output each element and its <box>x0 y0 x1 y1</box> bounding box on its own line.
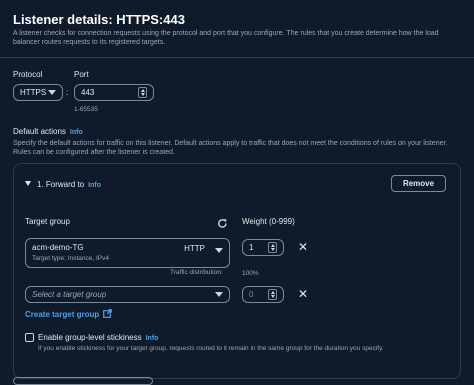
target-group-name: acm-demo-TG <box>32 243 84 252</box>
traffic-distribution-value: 100% <box>242 270 259 277</box>
target-group-select-1-text: acm-demo-TG Target type: Instance, IPv4 <box>32 243 109 262</box>
remove-button[interactable]: Remove <box>391 175 446 192</box>
target-group-placeholder: Select a target group <box>32 290 107 299</box>
forward-to-info-link[interactable]: Info <box>88 182 101 189</box>
collapse-caret-icon[interactable] <box>25 181 31 186</box>
create-target-group-label: Create target group <box>25 310 100 319</box>
refresh-icon[interactable] <box>217 218 228 229</box>
target-group-subtitle: Target type: Instance, IPv4 <box>32 255 109 262</box>
page-title: Listener details: HTTPS:443 <box>13 12 185 27</box>
port-input[interactable]: 443 <box>74 84 154 101</box>
weight-stepper-icon[interactable] <box>268 289 277 300</box>
target-group-label: Target group <box>25 217 70 226</box>
traffic-distribution-label: Traffic distribution: <box>170 269 223 276</box>
divider <box>0 57 474 58</box>
port-label: Port <box>74 70 89 79</box>
next-field-partial[interactable] <box>13 377 153 385</box>
protocol-port-separator: : <box>66 88 69 97</box>
caret-down-icon <box>48 90 56 95</box>
stickiness-hint: If you enable stickiness for your target… <box>38 345 384 352</box>
weight-value-2: 0 <box>249 290 254 299</box>
port-stepper-icon[interactable] <box>138 87 147 98</box>
caret-down-icon <box>215 248 223 253</box>
create-target-group-link[interactable]: Create target group <box>25 309 113 319</box>
protocol-value: HTTPS <box>20 88 47 97</box>
port-hint: 1-65535 <box>74 106 98 113</box>
weight-stepper-icon[interactable] <box>268 242 277 253</box>
target-group-select-2[interactable]: Select a target group <box>25 286 230 303</box>
target-group-meta: HTTP <box>184 244 223 253</box>
listener-details-panel: Listener details: HTTPS:443 A listener c… <box>0 0 474 385</box>
page-description: A listener checks for connection request… <box>13 30 439 46</box>
external-link-icon <box>103 309 113 318</box>
close-icon[interactable]: ✕ <box>298 287 308 301</box>
stickiness-checkbox[interactable] <box>25 333 34 342</box>
stickiness-heading: Enable group-level stickiness Info <box>38 333 158 342</box>
default-actions-label: Default actions <box>13 127 66 136</box>
target-group-select-1[interactable]: acm-demo-TG Target type: Instance, IPv4 … <box>25 238 230 268</box>
protocol-select[interactable]: HTTPS <box>13 84 63 101</box>
close-icon[interactable]: ✕ <box>298 240 308 254</box>
default-actions-heading: Default actions Info <box>13 127 83 136</box>
weight-input-1[interactable]: 1 <box>242 239 284 256</box>
default-actions-description: Specify the default actions for traffic … <box>13 140 448 156</box>
weight-label: Weight (0-999) <box>242 217 295 226</box>
weight-input-2[interactable]: 0 <box>242 286 284 303</box>
forward-to-heading: 1. Forward to Info <box>37 180 101 189</box>
forward-to-label: 1. Forward to <box>37 180 85 189</box>
stickiness-label: Enable group-level stickiness <box>38 333 142 342</box>
port-value: 443 <box>81 88 95 97</box>
default-actions-info-link[interactable]: Info <box>70 129 83 136</box>
target-group-protocol: HTTP <box>184 244 205 253</box>
protocol-label: Protocol <box>13 70 43 79</box>
caret-down-icon <box>215 292 223 297</box>
weight-value-1: 1 <box>249 243 254 252</box>
stickiness-info-link[interactable]: Info <box>146 335 159 342</box>
